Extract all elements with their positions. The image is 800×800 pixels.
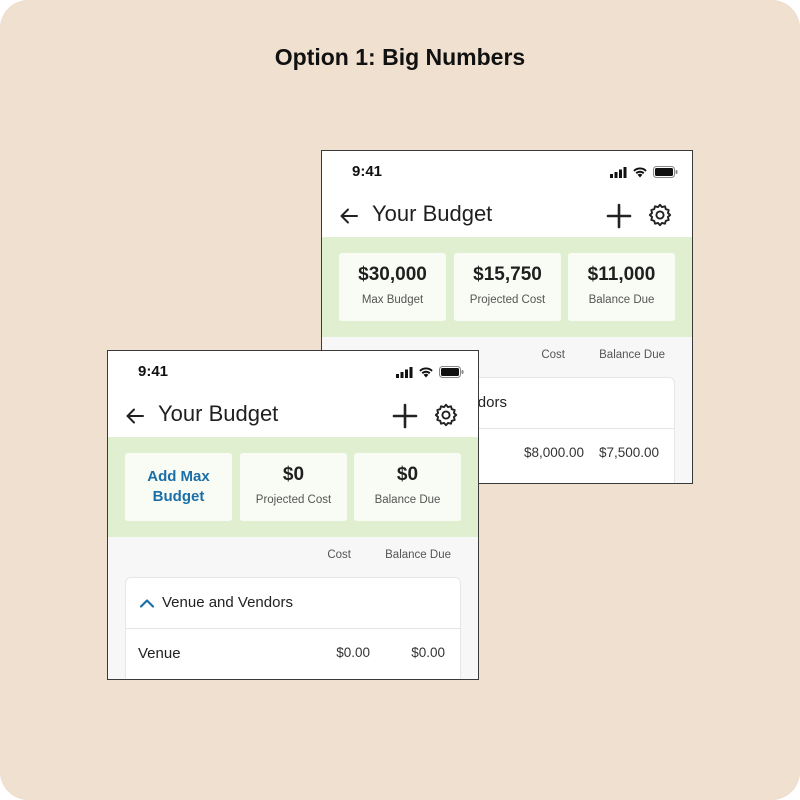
gear-icon[interactable] bbox=[648, 203, 672, 227]
back-arrow-icon[interactable] bbox=[124, 405, 146, 427]
plus-icon[interactable] bbox=[606, 203, 632, 229]
cost-column-header: Cost bbox=[541, 349, 565, 361]
page-title: Your Budget bbox=[372, 201, 493, 226]
back-arrow-icon[interactable] bbox=[338, 205, 360, 227]
status-bar: 9:41 bbox=[322, 151, 692, 195]
status-icons bbox=[396, 365, 464, 379]
signal-icon bbox=[396, 366, 413, 378]
cost-column-header: Cost bbox=[327, 549, 351, 561]
projected-cost-card: $15,750 Projected Cost bbox=[454, 253, 561, 321]
add-max-budget-card[interactable]: Add Max Budget bbox=[125, 453, 232, 521]
balance-due-card: $0 Balance Due bbox=[354, 453, 461, 521]
max-budget-label: Max Budget bbox=[361, 294, 424, 306]
chevron-up-icon bbox=[139, 599, 155, 608]
max-budget-value: $30,000 bbox=[358, 264, 427, 285]
projected-cost-card: $0 Projected Cost bbox=[240, 453, 347, 521]
plus-icon[interactable] bbox=[392, 403, 418, 429]
option-heading: Option 1: Big Numbers bbox=[274, 44, 526, 70]
nav-bar: Your Budget bbox=[108, 395, 478, 437]
balance-due-column-header: Balance Due bbox=[385, 549, 451, 561]
row-cost: $0.00 bbox=[336, 645, 370, 660]
nav-bar: Your Budget bbox=[322, 195, 692, 237]
balance-due-value: $0 bbox=[396, 464, 419, 485]
wifi-icon bbox=[633, 167, 647, 178]
status-bar: 9:41 bbox=[108, 351, 478, 395]
add-max-budget-link[interactable]: Add Max Budget bbox=[125, 453, 232, 521]
wifi-icon bbox=[419, 367, 433, 378]
budget-summary: Add Max Budget $0 Projected Cost $0 Bala… bbox=[108, 437, 478, 537]
gear-icon[interactable] bbox=[434, 403, 458, 427]
battery-icon bbox=[439, 366, 464, 378]
row-name-venue[interactable]: Venue bbox=[138, 645, 181, 662]
row-cost: $8,000.00 bbox=[523, 445, 584, 460]
presentation-canvas: Option 1: Big Numbers 9:41 Your Budget $… bbox=[0, 0, 800, 800]
group-title: Venue and Vendors bbox=[162, 594, 293, 611]
status-time: 9:41 bbox=[138, 363, 169, 380]
projected-cost-value: $15,750 bbox=[473, 264, 542, 285]
balance-due-card: $11,000 Balance Due bbox=[568, 253, 675, 321]
battery-icon bbox=[653, 166, 678, 178]
balance-due-column-header: Balance Due bbox=[599, 349, 665, 361]
row-balance-due: $0.00 bbox=[411, 645, 445, 660]
page-title: Your Budget bbox=[158, 401, 279, 426]
status-icons bbox=[610, 165, 678, 179]
balance-due-label: Balance Due bbox=[374, 494, 441, 506]
projected-cost-label: Projected Cost bbox=[255, 494, 332, 506]
budget-screen-empty: 9:41 Your Budget Add Max Budget $0 Proje… bbox=[107, 350, 479, 680]
budget-summary: $30,000 Max Budget $15,750 Projected Cos… bbox=[322, 237, 692, 337]
balance-due-label: Balance Due bbox=[588, 294, 655, 306]
group-header-venue-vendors[interactable]: Venue and Vendors bbox=[126, 578, 460, 629]
row-balance-due: $7,500.00 bbox=[598, 445, 659, 460]
budget-group-card: Venue and Vendors Venue $0.00 $0.00 bbox=[125, 577, 461, 679]
signal-icon bbox=[610, 166, 627, 178]
max-budget-card[interactable]: $30,000 Max Budget bbox=[339, 253, 446, 321]
projected-cost-label: Projected Cost bbox=[469, 294, 546, 306]
projected-cost-value: $0 bbox=[282, 464, 305, 485]
balance-due-value: $11,000 bbox=[587, 264, 656, 285]
status-time: 9:41 bbox=[352, 163, 383, 180]
